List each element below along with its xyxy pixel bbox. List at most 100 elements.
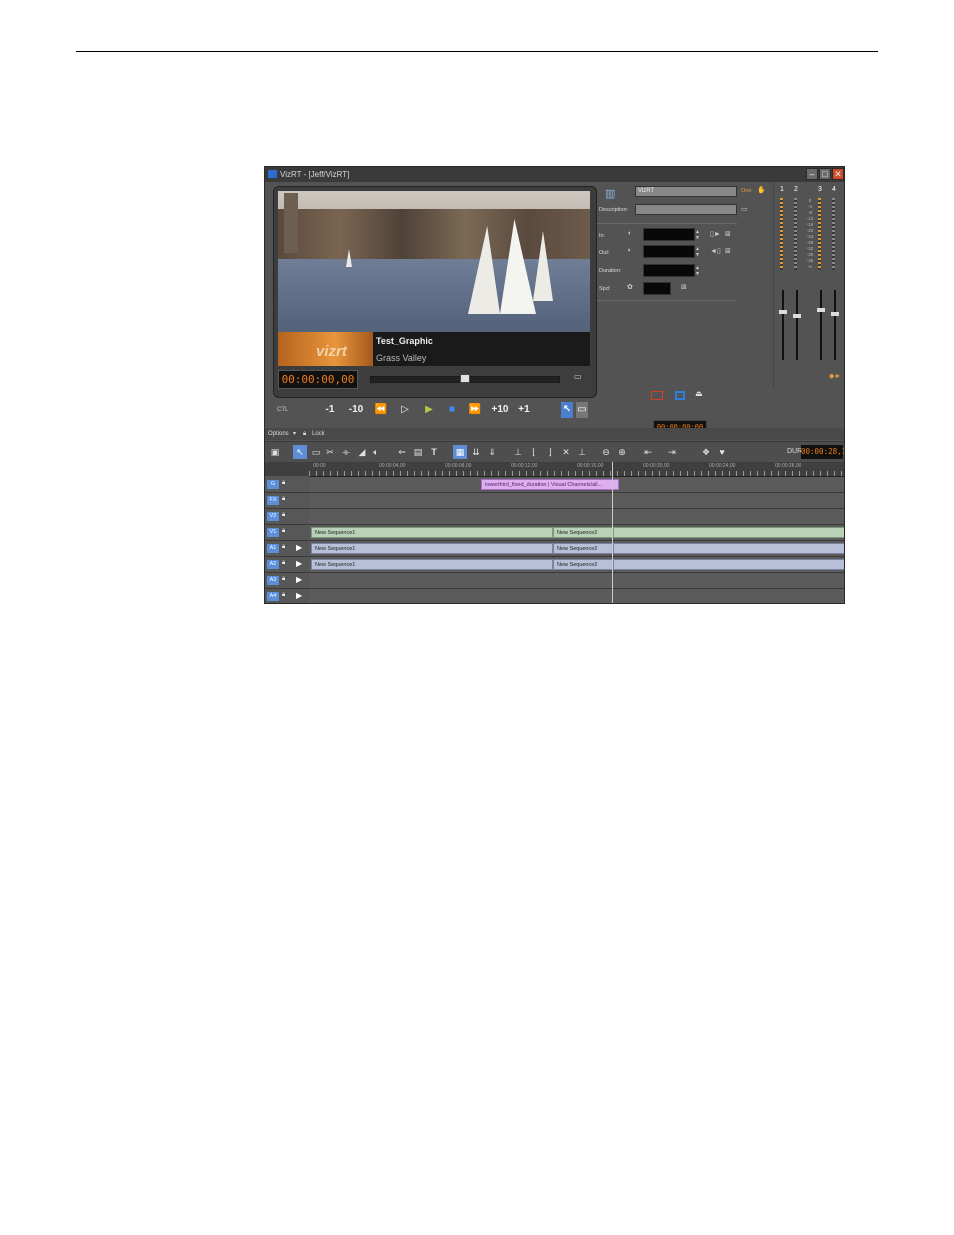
effects-icon[interactable]: ❖: [699, 445, 713, 459]
audio-clip[interactable]: New Sequence1: [311, 543, 553, 554]
mark-in-tool-icon[interactable]: ⊥: [511, 445, 525, 459]
in-timecode-field[interactable]: [643, 228, 695, 241]
audio-clip[interactable]: [613, 559, 844, 570]
track-label[interactable]: A1: [267, 544, 279, 553]
lock-icon[interactable]: 🔒︎: [282, 512, 285, 519]
track-lane[interactable]: lowerthird_fixed_duration | Visual Chann…: [309, 477, 844, 492]
track-lane[interactable]: [309, 573, 844, 588]
scrub-bar[interactable]: [370, 374, 560, 383]
duration-field[interactable]: [643, 264, 695, 277]
mark-out-icon[interactable]: ◗: [627, 247, 631, 254]
scrub-handle[interactable]: [460, 374, 470, 383]
razor-tool-icon[interactable]: ✂: [323, 445, 337, 459]
lock-icon[interactable]: 🔒︎: [282, 560, 285, 567]
overwrite-mode-icon[interactable]: ⇊: [469, 445, 483, 459]
player-timecode[interactable]: 00:00:00,00: [278, 370, 358, 389]
speed-field[interactable]: [643, 282, 671, 295]
step-back-1-button[interactable]: -1: [323, 402, 337, 418]
redo-icon[interactable]: ⇥: [665, 445, 679, 459]
track-lane[interactable]: New Sequence1 New Sequence2: [309, 557, 844, 572]
clear-in-icon[interactable]: ⊠: [725, 230, 731, 238]
play-button[interactable]: ▶: [421, 402, 437, 418]
heart-icon[interactable]: ♥: [715, 445, 729, 459]
insert-mode-icon[interactable]: ▦: [453, 445, 467, 459]
track-label[interactable]: A2: [267, 560, 279, 569]
audio-clip[interactable]: [613, 543, 844, 554]
clip-name-field[interactable]: VizRT: [635, 186, 737, 197]
audio-clip[interactable]: New Sequence1: [311, 559, 553, 570]
graphic-clip[interactable]: lowerthird_fixed_duration | Visual Chann…: [481, 479, 619, 490]
mark-in-icon[interactable]: ◖: [627, 230, 631, 237]
mark-out-tool-icon[interactable]: ⌊: [527, 445, 541, 459]
timeline-ruler[interactable]: 00:00 00:00:04,00 00:00:08,00 00:00:12,00 00…: [309, 462, 844, 477]
link-tool-icon[interactable]: ⌋: [543, 445, 557, 459]
fade-tool-icon[interactable]: ◢: [355, 445, 369, 459]
play-reverse-button[interactable]: ▷: [397, 402, 413, 418]
description-field[interactable]: [635, 204, 737, 215]
delete-tool-icon[interactable]: ✕: [559, 445, 573, 459]
fast-forward-button[interactable]: ⏩: [467, 402, 483, 418]
lift-mode-icon[interactable]: ⇓: [485, 445, 499, 459]
eject-icon[interactable]: ⏏: [695, 389, 707, 398]
track-label[interactable]: A3: [267, 576, 279, 585]
track-lane[interactable]: New Sequence1 New Sequence2: [309, 541, 844, 556]
track-label[interactable]: G: [267, 480, 279, 489]
video-clip[interactable]: New Sequence2: [553, 527, 613, 538]
out-timecode-field[interactable]: [643, 245, 695, 258]
speaker-icon[interactable]: ▭: [574, 372, 584, 381]
track-label[interactable]: V1: [267, 528, 279, 537]
title-bar[interactable]: VizRT - [Jeff/VizRT] – □ ✕: [265, 167, 844, 182]
zoom-out-icon[interactable]: ⊖: [599, 445, 613, 459]
out-stepper[interactable]: ▲ ▼: [695, 246, 700, 258]
track-lane[interactable]: [309, 589, 844, 603]
mode-toggle-icon[interactable]: ▭: [576, 402, 588, 418]
lock-label[interactable]: Lock: [312, 428, 325, 440]
stop-button[interactable]: ■: [445, 402, 459, 418]
play-arrow-icon[interactable]: ▶: [296, 543, 302, 552]
goto-out-icon[interactable]: ◄▯: [710, 247, 721, 255]
play-arrow-icon[interactable]: ▶: [296, 575, 302, 584]
track-label[interactable]: V2: [267, 512, 279, 521]
play-arrow-icon[interactable]: ▶: [296, 559, 302, 568]
fader-2[interactable]: [793, 290, 801, 360]
audio-clip[interactable]: New Sequence2: [553, 543, 613, 554]
undo-icon[interactable]: ⇤: [641, 445, 655, 459]
fader-3[interactable]: [817, 290, 825, 360]
step-back-10-button[interactable]: -10: [347, 402, 365, 418]
fader-1[interactable]: [779, 290, 787, 360]
minimize-button[interactable]: –: [806, 168, 818, 180]
playhead[interactable]: [612, 462, 613, 603]
track-label[interactable]: A4: [267, 592, 279, 601]
meter-menu-icon[interactable]: ◆►: [829, 372, 841, 380]
track-lane[interactable]: New Sequence1 New Sequence2: [309, 525, 844, 540]
video-clip[interactable]: [613, 527, 844, 538]
stop-monitor-icon[interactable]: [675, 391, 685, 400]
lock-icon[interactable]: 🔒︎: [282, 528, 285, 535]
zoom-in-icon[interactable]: ⊕: [615, 445, 629, 459]
hand-icon[interactable]: ✋: [757, 186, 766, 194]
track-label[interactable]: FX: [267, 496, 279, 505]
lock-icon[interactable]: 🔒︎: [282, 544, 285, 551]
video-clip[interactable]: New Sequence1: [311, 527, 553, 538]
track-lane[interactable]: [309, 509, 844, 524]
in-stepper[interactable]: ▲ ▼: [695, 229, 700, 241]
lock-icon[interactable]: 🔒︎: [282, 496, 285, 503]
maximize-button[interactable]: □: [819, 168, 831, 180]
graphic-tool-icon[interactable]: ▤: [411, 445, 425, 459]
trim-tool-icon[interactable]: ▭: [309, 445, 323, 459]
split-tool-icon[interactable]: ⟛: [339, 445, 353, 459]
select-tool-icon[interactable]: ↖: [561, 402, 573, 418]
ripple-tool-icon[interactable]: ⊥: [575, 445, 589, 459]
chevron-down-icon[interactable]: ▾: [293, 428, 296, 440]
pointer-tool-icon[interactable]: ↖: [293, 445, 307, 459]
audio-tool-icon[interactable]: 🔈︎: [369, 445, 383, 459]
lock-icon[interactable]: 🔒︎: [282, 480, 285, 487]
clear-out-icon[interactable]: ⊠: [725, 247, 731, 255]
play-arrow-icon[interactable]: ▶: [296, 591, 302, 600]
options-menu[interactable]: Options: [268, 428, 289, 440]
rewind-button[interactable]: ⏪: [373, 402, 389, 418]
record-monitor-icon[interactable]: [651, 391, 663, 400]
close-button[interactable]: ✕: [832, 168, 844, 180]
lock-icon[interactable]: 🔒︎: [282, 592, 285, 599]
text-tool-icon[interactable]: T: [427, 445, 441, 459]
